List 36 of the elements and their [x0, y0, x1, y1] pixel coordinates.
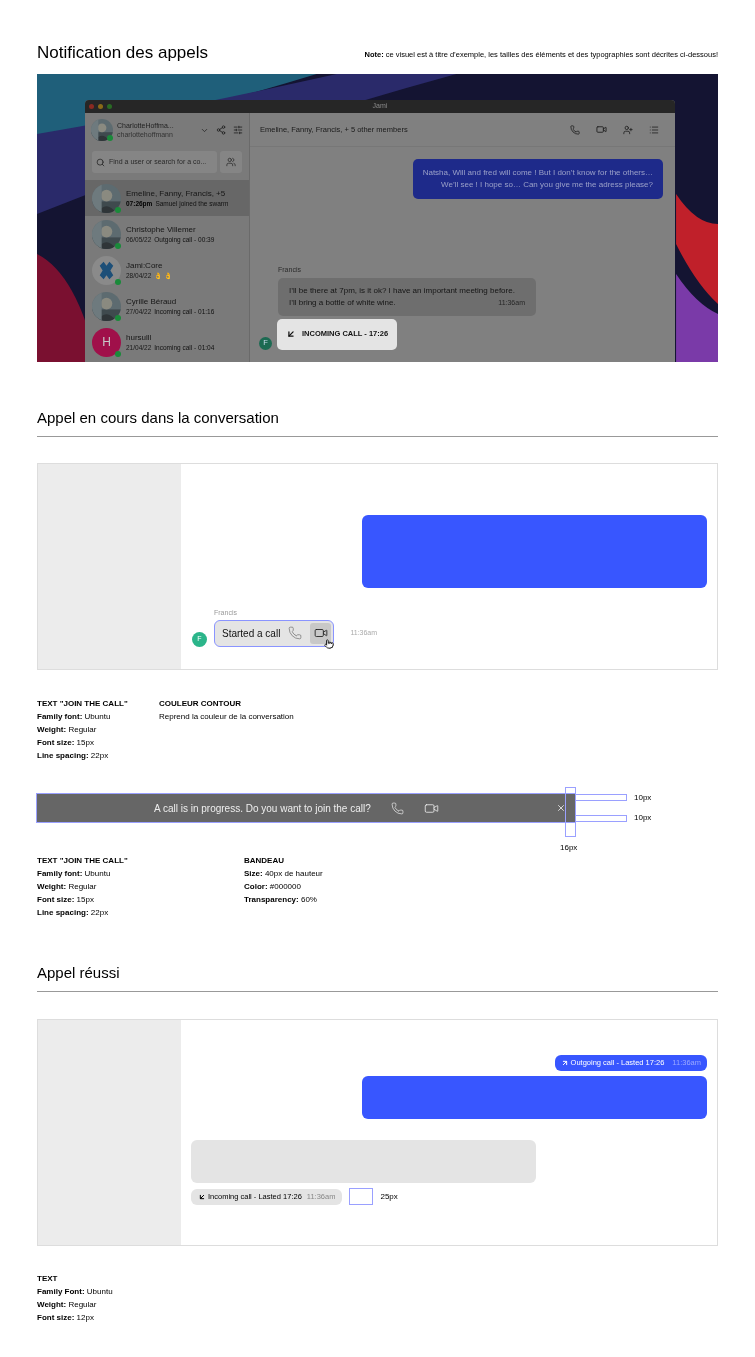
dimension-label: 16px — [560, 842, 578, 854]
spec-line: Line spacing: 22px — [37, 907, 110, 919]
spec-title: TEXT "JOIN THE CALL" — [37, 855, 129, 867]
spec-line: Font size: 15px — [37, 894, 95, 906]
close-icon[interactable] — [555, 803, 566, 813]
spec-title: TEXT "JOIN THE CALL" — [37, 698, 129, 710]
spec-line: Font size: 15px — [37, 737, 95, 749]
spec-line: Family Font: Ubuntu — [37, 1286, 114, 1298]
phone-icon[interactable] — [288, 626, 303, 640]
spec-line: Transparency: 60% — [244, 894, 318, 906]
call-message-text: Started a call — [222, 626, 281, 641]
dimension-label: 10px — [634, 812, 652, 824]
spec-line: Weight: Regular — [37, 881, 98, 893]
section-title: Appel en cours dans la conversation — [37, 408, 280, 428]
spec-line: Reprend la couleur de la conversation — [159, 711, 294, 723]
spec-title: BANDEAU — [244, 855, 285, 867]
spec-line: Family font: Ubuntu — [37, 868, 112, 880]
video-camera-icon — [313, 626, 328, 640]
spec-line: Family font: Ubuntu — [37, 711, 112, 723]
dimension-label: 25px — [380, 1190, 398, 1203]
spec-line: Font size: 12px — [37, 1312, 95, 1324]
spec-line: Weight: Regular — [37, 724, 98, 736]
section-title: Appel réussi — [37, 963, 121, 983]
spec-line: Weight: Regular — [37, 1299, 98, 1311]
spec-line: Size: 40px de hauteur — [244, 868, 324, 880]
spec-title: COULEUR CONTOUR — [159, 698, 243, 710]
spec-line: Line spacing: 22px — [37, 750, 110, 762]
spec-line: Color: #000000 — [244, 881, 302, 893]
arrow-down-left-icon — [198, 1192, 206, 1201]
section-title: Notification des appels — [37, 42, 209, 64]
spec-title: TEXT — [37, 1273, 59, 1285]
banner-text: A call is in progress. Do you want to join the call? — [154, 801, 371, 816]
dimension-label: 10px — [634, 792, 652, 804]
spacing-guide — [349, 1188, 374, 1205]
pointer-cursor-icon — [324, 638, 335, 649]
arrow-up-right-icon — [560, 1059, 569, 1067]
